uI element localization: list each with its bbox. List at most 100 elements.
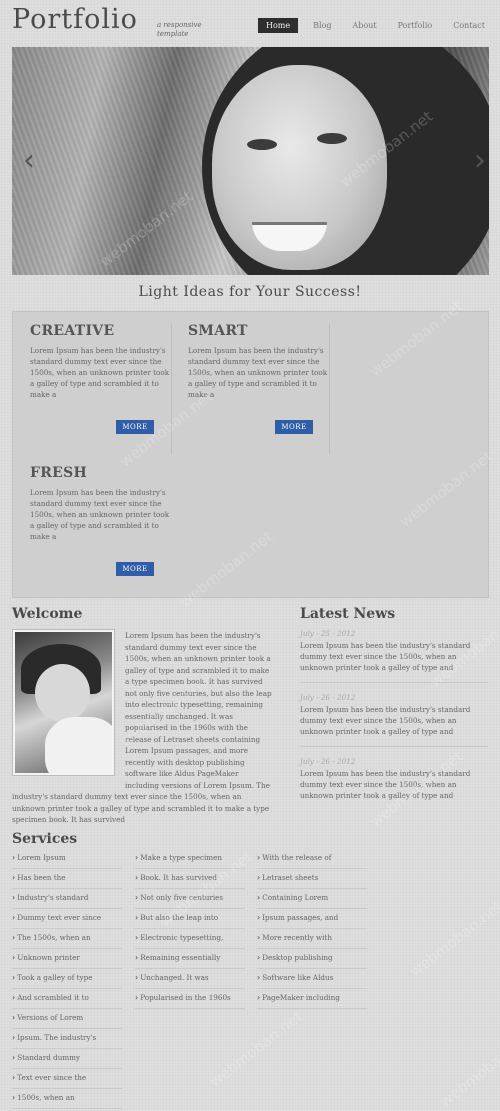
chevron-right-icon: › <box>12 1053 16 1062</box>
service-link[interactable]: › Ipsum passages, and <box>257 909 367 929</box>
feature-smart: SMART Lorem Ipsum has been the industry'… <box>188 323 328 400</box>
service-label: Has been the <box>17 873 66 882</box>
service-link[interactable]: › Software like Aldus <box>257 969 367 989</box>
service-link[interactable]: › Desktop publishing <box>257 949 367 969</box>
chevron-right-icon: › <box>135 873 139 882</box>
service-link[interactable]: › Lorem Ipsum <box>12 849 122 869</box>
chevron-right-icon: › <box>257 853 261 862</box>
chevron-right-icon: › <box>12 1013 16 1022</box>
service-link[interactable]: › Book. It has survived <box>135 869 245 889</box>
service-link[interactable]: › Versions of Lorem <box>12 1009 122 1029</box>
service-link[interactable]: › Make a type specimen <box>135 849 245 869</box>
chevron-right-icon: › <box>257 993 261 1002</box>
hero-image-eye <box>317 133 347 144</box>
service-label: Versions of Lorem <box>17 1013 84 1022</box>
service-label: Lorem Ipsum <box>17 853 66 862</box>
chevron-right-icon: › <box>12 873 16 882</box>
service-label: PageMaker including <box>262 993 340 1002</box>
chevron-right-icon: › <box>135 933 139 942</box>
service-link[interactable]: › PageMaker including <box>257 989 367 1009</box>
chevron-right-icon: › <box>257 913 261 922</box>
watermark-text: webmoban.net <box>406 897 500 981</box>
news-item: July - 26 - 2012 Lorem Ipsum has been th… <box>300 693 488 737</box>
service-link[interactable]: › Unknown printer <box>12 949 122 969</box>
nav-contact[interactable]: Contact <box>445 18 493 33</box>
service-link[interactable]: › Remaining essentially <box>135 949 245 969</box>
service-label: Standard dummy <box>17 1053 81 1062</box>
news-item: July - 26 - 2012 Lorem Ipsum has been th… <box>300 757 488 801</box>
news-text: Lorem Ipsum has been the industry's stan… <box>300 705 471 736</box>
service-label: Industry's standard <box>17 893 89 902</box>
service-label: Took a galley of type <box>17 973 93 982</box>
feature-creative: CREATIVE Lorem Ipsum has been the indust… <box>30 323 170 400</box>
service-label: Book. It has survived <box>140 873 217 882</box>
service-label: The 1500s, when an <box>17 933 91 942</box>
service-link[interactable]: › Unchanged. It was <box>135 969 245 989</box>
service-label: Text ever since the <box>17 1073 87 1082</box>
service-label: Make a type specimen <box>140 853 222 862</box>
feature-title: FRESH <box>30 465 88 481</box>
service-link[interactable]: › 1500s, when an <box>12 1089 122 1109</box>
chevron-right-icon: › <box>12 1093 16 1102</box>
service-link[interactable]: › But also the leap into <box>135 909 245 929</box>
chevron-right-icon: › <box>257 873 261 882</box>
service-label: Ipsum. The industry's <box>17 1033 97 1042</box>
service-link[interactable]: › More recently with <box>257 929 367 949</box>
slider-prev-icon[interactable]: ‹ <box>23 143 35 178</box>
service-link[interactable]: › Took a galley of type <box>12 969 122 989</box>
service-link[interactable]: › Has been the <box>12 869 122 889</box>
service-link[interactable]: › The 1500s, when an <box>12 929 122 949</box>
nav-blog[interactable]: Blog <box>305 18 339 33</box>
feature-more-button[interactable]: MORE <box>275 420 313 434</box>
nav-about[interactable]: About <box>345 18 385 33</box>
service-link[interactable]: › Not only five centuries <box>135 889 245 909</box>
service-link[interactable]: › Standard dummy <box>12 1049 122 1069</box>
feature-more-button[interactable]: MORE <box>116 420 154 434</box>
service-label: Remaining essentially <box>140 953 221 962</box>
feature-more-button[interactable]: MORE <box>116 562 154 576</box>
chevron-right-icon: › <box>12 933 16 942</box>
feature-title: CREATIVE <box>30 323 115 339</box>
chevron-right-icon: › <box>12 893 16 902</box>
chevron-right-icon: › <box>257 973 261 982</box>
nav-home[interactable]: Home <box>258 18 299 33</box>
chevron-right-icon: › <box>135 893 139 902</box>
chevron-right-icon: › <box>135 993 139 1002</box>
service-label: Desktop publishing <box>262 953 333 962</box>
feature-divider <box>171 324 172 454</box>
service-label: But also the leap into <box>140 913 219 922</box>
chevron-right-icon: › <box>135 953 139 962</box>
feature-text: Lorem Ipsum has been the industry's stan… <box>30 346 170 399</box>
chevron-right-icon: › <box>12 993 16 1002</box>
service-label: Containing Lorem <box>262 893 329 902</box>
chevron-right-icon: › <box>135 853 139 862</box>
slider-next-icon[interactable]: › <box>474 143 486 178</box>
service-label: Popularised in the 1960s <box>140 993 231 1002</box>
service-label: Software like Aldus <box>262 973 334 982</box>
services-column: › Lorem Ipsum › Has been the › Industry's sta… <box>12 849 122 1109</box>
service-link[interactable]: › Dummy text ever since <box>12 909 122 929</box>
site-logo[interactable]: Portfolio <box>12 4 138 35</box>
watermark-text: webmoban.net <box>206 1007 307 1091</box>
news-text: Lorem Ipsum has been the industry's stan… <box>300 641 471 672</box>
service-link[interactable]: › With the release of <box>257 849 367 869</box>
service-link[interactable]: › Text ever since the <box>12 1069 122 1089</box>
feature-fresh: FRESH Lorem Ipsum has been the industry'… <box>30 465 170 542</box>
features-panel: CREATIVE Lorem Ipsum has been the indust… <box>12 311 489 598</box>
services-heading: Services <box>12 831 78 847</box>
service-link[interactable]: › Industry's standard <box>12 889 122 909</box>
service-link[interactable]: › Containing Lorem <box>257 889 367 909</box>
welcome-text: Lorem Ipsum has been the industry's stan… <box>12 630 274 826</box>
news-text: Lorem Ipsum has been the industry's stan… <box>300 769 471 800</box>
service-link[interactable]: › Popularised in the 1960s <box>135 989 245 1009</box>
service-label: 1500s, when an <box>17 1093 75 1102</box>
feature-text: Lorem Ipsum has been the industry's stan… <box>30 488 170 541</box>
photo-spacer <box>12 630 125 782</box>
service-link[interactable]: › Letraset sheets <box>257 869 367 889</box>
service-link[interactable]: › And scrambled it to <box>12 989 122 1009</box>
service-link[interactable]: › Electronic typesetting, <box>135 929 245 949</box>
welcome-heading: Welcome <box>12 606 83 622</box>
chevron-right-icon: › <box>12 913 16 922</box>
nav-portfolio[interactable]: Portfolio <box>390 18 441 33</box>
service-link[interactable]: › Ipsum. The industry's <box>12 1029 122 1049</box>
